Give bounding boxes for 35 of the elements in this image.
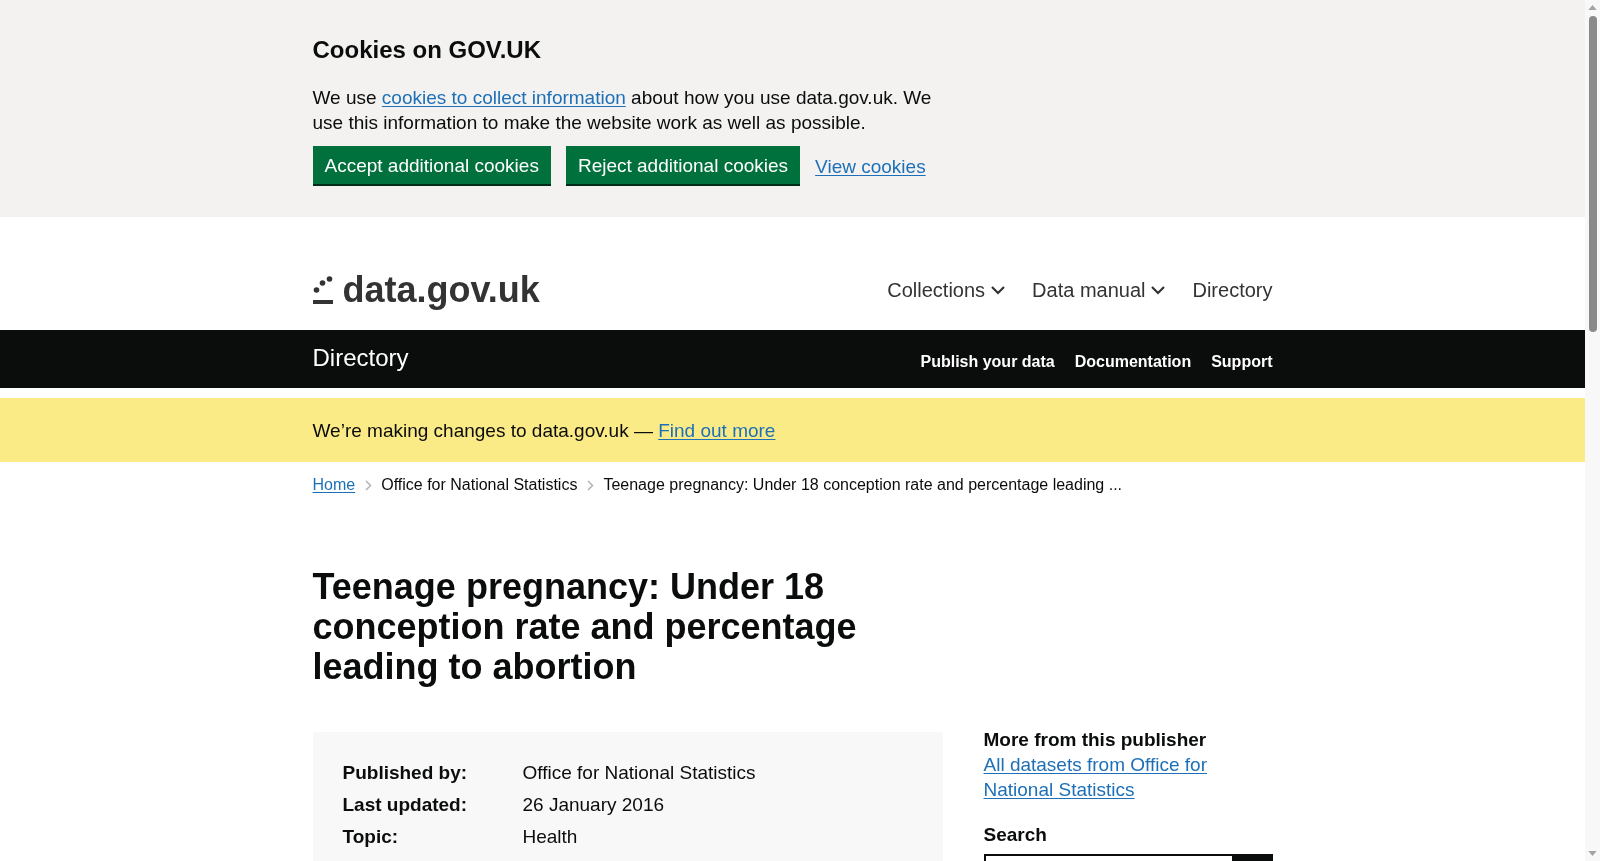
breadcrumb-item: Office for National Statistics: [381, 475, 578, 495]
nav-dropdown-button[interactable]: Collections: [887, 277, 1006, 303]
summary-label: Topic:: [342, 825, 400, 849]
summary-label: Last updated:: [342, 793, 469, 817]
nav-dropdown-button[interactable]: Data manual: [1032, 277, 1166, 303]
nav-link[interactable]: Directory: [1192, 277, 1273, 303]
dots-logo-icon: [312, 276, 333, 304]
breadcrumb-link[interactable]: Home: [312, 475, 356, 495]
search-heading: Search: [983, 823, 1047, 847]
cookie-message: We use cookies to collect information about how you use data.gov.uk. We use this information to make the website work as well as possible.: [312, 86, 933, 135]
page-title: Teenage pregnancy: Under 18 conception rate and percentage leading to abortion: [312, 567, 858, 687]
chevron-right-icon: [587, 479, 595, 491]
cookie-information-link[interactable]: cookies to collect information: [381, 87, 626, 108]
chevron-right-icon: [365, 479, 373, 491]
summary-label: Published by:: [342, 761, 469, 785]
service-nav-link[interactable]: Support: [1211, 352, 1273, 372]
breadcrumb-item: Teenage pregnancy: Under 18 conception rate and percentage leading ...: [603, 475, 1122, 495]
find-out-more-link[interactable]: Find out more: [658, 420, 776, 441]
sidebar-heading: More from this publisher: [983, 728, 1207, 752]
service-nav-link[interactable]: Documentation: [1074, 352, 1192, 372]
scroll-up-arrow-icon[interactable]: [1588, 5, 1597, 10]
cookie-banner-title: Cookies on GOV.UK: [312, 35, 542, 65]
accept-cookies-button[interactable]: Accept additional cookies: [312, 146, 551, 184]
scroll-down-arrow-icon[interactable]: [1588, 851, 1597, 856]
service-nav-link[interactable]: Publish your data: [920, 352, 1055, 372]
reject-cookies-button[interactable]: Reject additional cookies: [565, 146, 801, 184]
view-cookies-link[interactable]: View cookies: [815, 153, 926, 179]
service-name-link[interactable]: Directory: [312, 345, 409, 370]
scrollbar-thumb[interactable]: [1588, 16, 1597, 332]
publisher-datasets-link[interactable]: All datasets from Office for National Statistics: [983, 752, 1273, 802]
summary-value: 26 January 2016: [522, 793, 666, 817]
summary-value: Office for National Statistics: [522, 761, 757, 785]
site-logo-link[interactable]: data.gov.uk: [312, 272, 540, 308]
summary-value: Health: [522, 825, 579, 849]
notice-message: We’re making changes to data.gov.uk — Find out more: [312, 419, 777, 443]
